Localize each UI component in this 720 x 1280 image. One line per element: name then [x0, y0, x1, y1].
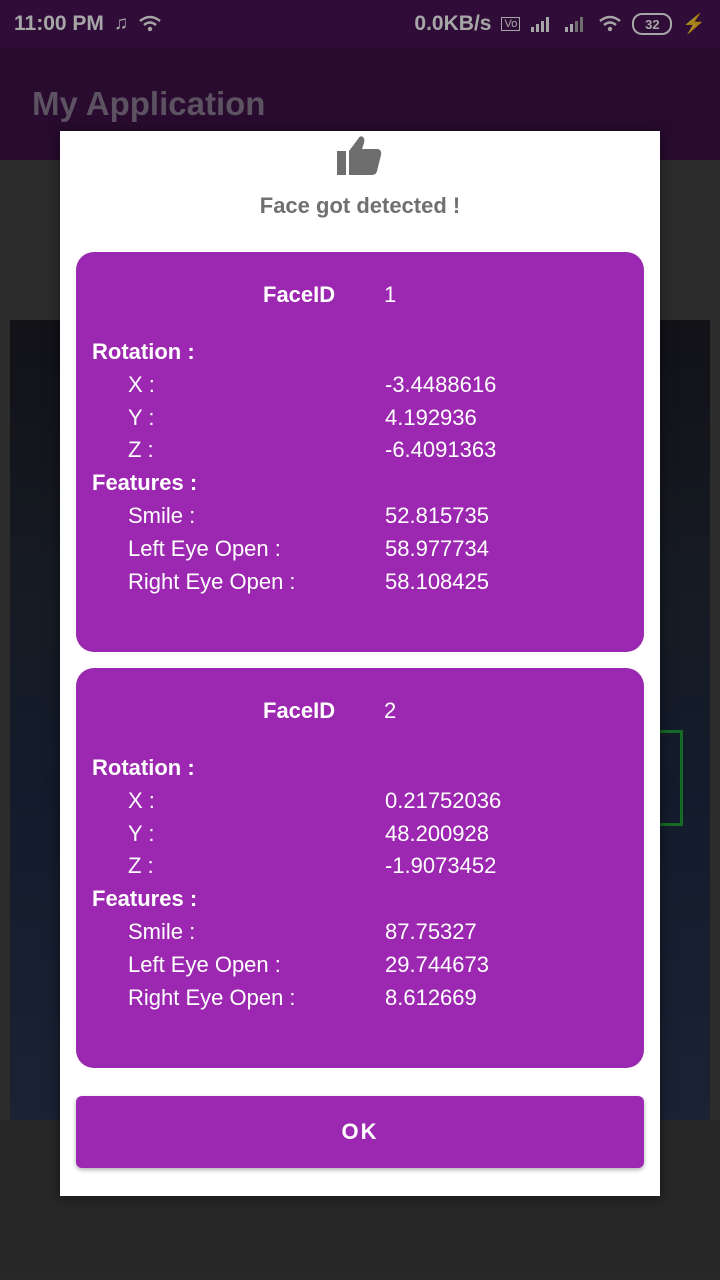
faceid-value: 1: [384, 282, 397, 307]
right-eye-value: 58.108425: [385, 569, 489, 594]
face-card-2: FaceID 2 Rotation : X : 0.21752036 Y : 4…: [76, 668, 644, 1068]
right-eye-value: 8.612669: [385, 985, 477, 1010]
rotation-y-value: 48.200928: [385, 821, 489, 846]
rotation-x-label: X :: [128, 372, 155, 397]
rotation-heading: Rotation :: [92, 755, 195, 780]
smile-label: Smile :: [128, 503, 196, 528]
features-heading: Features :: [92, 886, 198, 911]
left-eye-label: Left Eye Open :: [128, 952, 281, 977]
rotation-x-value: 0.21752036: [385, 788, 502, 813]
smile-value: 87.75327: [385, 919, 477, 944]
dialog-title: Face got detected !: [259, 193, 461, 218]
left-eye-value: 58.977734: [385, 536, 489, 561]
face-detection-dialog: Face got detected ! FaceID 1 Rotation : …: [60, 131, 660, 1196]
rotation-x-label: X :: [128, 788, 155, 813]
smile-label: Smile :: [128, 919, 196, 944]
rotation-z-label: Z :: [128, 853, 154, 878]
thumbs-up-icon: [337, 136, 382, 175]
faceid-label: FaceID: [263, 698, 336, 723]
rotation-y-value: 4.192936: [385, 405, 477, 430]
right-eye-label: Right Eye Open :: [128, 569, 296, 594]
faceid-value: 2: [384, 698, 397, 723]
rotation-x-value: -3.4488616: [385, 372, 497, 397]
right-eye-label: Right Eye Open :: [128, 985, 296, 1010]
smile-value: 52.815735: [385, 503, 489, 528]
features-heading: Features :: [92, 470, 198, 495]
rotation-z-label: Z :: [128, 437, 154, 462]
face-card-1: FaceID 1 Rotation : X : -3.4488616 Y : 4…: [76, 252, 644, 652]
rotation-y-label: Y :: [128, 821, 155, 846]
left-eye-label: Left Eye Open :: [128, 536, 281, 561]
rotation-y-label: Y :: [128, 405, 155, 430]
rotation-z-value: -6.4091363: [385, 437, 497, 462]
rotation-heading: Rotation :: [92, 339, 195, 364]
ok-button[interactable]: OK: [76, 1096, 644, 1168]
rotation-z-value: -1.9073452: [385, 853, 497, 878]
left-eye-value: 29.744673: [385, 952, 489, 977]
faceid-label: FaceID: [263, 282, 336, 307]
